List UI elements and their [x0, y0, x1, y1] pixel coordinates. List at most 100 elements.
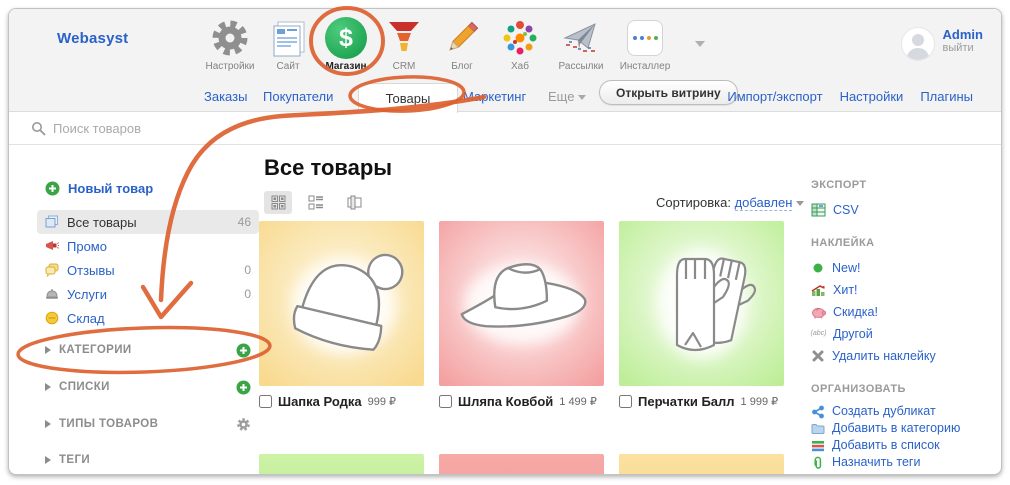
product-card-partial[interactable]	[439, 454, 604, 474]
product-checkbox[interactable]	[439, 395, 452, 408]
coin-icon	[45, 311, 59, 325]
hub-dots-icon	[500, 15, 540, 61]
service-bell-icon	[46, 289, 58, 299]
product-image-cowboy-hat[interactable]	[439, 221, 604, 386]
tab-products[interactable]: Товары	[358, 83, 458, 113]
sidebar-list: Все товары 46 Промо Отзывы 0 Услуги 0 Ск…	[37, 210, 259, 330]
apps-more-chevron-icon[interactable]	[695, 41, 705, 47]
gear-icon	[210, 15, 250, 61]
view-thumbs-button[interactable]	[264, 191, 292, 214]
product-image-gloves[interactable]	[619, 221, 784, 386]
tab-import-export[interactable]: Импорт/экспорт	[727, 89, 822, 104]
app-hub[interactable]: Хаб	[491, 15, 549, 72]
badge-other-link[interactable]: (abc) Другой	[811, 323, 993, 345]
avatar[interactable]	[900, 27, 935, 61]
folder-icon	[811, 423, 825, 434]
count-badge: 46	[237, 215, 251, 229]
plus-circle-icon	[45, 181, 60, 196]
product-card[interactable]: Шляпа Ковбой 1 499 ₽	[439, 221, 604, 409]
shop-dollar-icon: $	[325, 15, 367, 61]
export-csv-link[interactable]: CSV	[811, 199, 993, 221]
triangle-right-icon	[45, 420, 51, 428]
app-site[interactable]: Сайт	[259, 15, 317, 72]
product-grid-row2	[259, 454, 784, 474]
add-category-button[interactable]	[236, 343, 251, 358]
badge-discount-link[interactable]: Скидка!	[811, 301, 993, 323]
sort-value-dropdown[interactable]: добавлен	[734, 195, 793, 211]
sidebar-item-stock[interactable]: Склад	[37, 306, 259, 330]
view-list-button[interactable]	[302, 191, 330, 214]
assign-tags-link[interactable]: Назначить теги	[811, 454, 993, 471]
tab-orders[interactable]: Заказы	[204, 89, 247, 104]
product-checkbox[interactable]	[619, 395, 632, 408]
product-checkbox[interactable]	[259, 395, 272, 408]
product-image-beanie[interactable]	[259, 221, 424, 386]
app-installer[interactable]: Инсталлер	[613, 15, 677, 72]
chat-bubbles-icon	[45, 263, 59, 277]
user-name[interactable]: Admin	[943, 27, 983, 42]
tab-marketing[interactable]: Маркетинг	[463, 89, 526, 104]
triangle-right-icon	[45, 383, 51, 391]
webasyst-logo[interactable]: Webasyst	[57, 30, 128, 47]
product-name[interactable]: Шляпа Ковбой	[458, 394, 553, 409]
chevron-down-icon	[578, 95, 587, 101]
badge-remove-link[interactable]: Удалить наклейку	[811, 345, 993, 367]
sidebar-section-product-types[interactable]: ТИПЫ ТОВАРОВ	[45, 415, 251, 433]
user-menu: Admin выйти	[900, 27, 983, 61]
search-input[interactable]	[53, 117, 353, 139]
pencil-icon	[442, 15, 482, 61]
types-settings-gear-button[interactable]	[236, 417, 251, 432]
add-to-category-link[interactable]: Добавить в категорию	[811, 420, 993, 437]
badge-hit-link[interactable]: Хит!	[811, 279, 993, 301]
product-grid: Шапка Родка 999 ₽ Шляпа Ковбой 1 499 ₽ П…	[259, 221, 784, 409]
product-card[interactable]: Перчатки Балл 1 999 ₽	[619, 221, 784, 409]
app-crm[interactable]: CRM	[375, 15, 433, 72]
app-settings[interactable]: Настройки	[201, 15, 259, 72]
app-shop[interactable]: $ Магазин	[317, 15, 375, 72]
open-storefront-button[interactable]: Открыть витрину	[599, 80, 738, 105]
sidebar-section-tags[interactable]: ТЕГИ	[45, 451, 251, 469]
product-name[interactable]: Шапка Родка	[278, 394, 362, 409]
sidebar-section-categories[interactable]: КАТЕГОРИИ	[45, 341, 251, 359]
tab-shop-settings[interactable]: Настройки	[840, 89, 904, 104]
logout-link[interactable]: выйти	[943, 42, 983, 54]
products-folder-icon	[45, 215, 58, 228]
panel-title-organize: ОРГАНИЗОВАТЬ	[811, 383, 906, 395]
product-name[interactable]: Перчатки Балл	[638, 394, 735, 409]
product-card-partial[interactable]	[259, 454, 424, 474]
chevron-down-icon	[796, 201, 805, 207]
tab-more[interactable]: Еще	[548, 89, 587, 104]
tab-plugins[interactable]: Плагины	[920, 89, 973, 104]
product-card-partial[interactable]	[619, 454, 784, 474]
custom-text-icon: (abc)	[810, 330, 827, 337]
tab-customers[interactable]: Покупатели	[263, 89, 333, 104]
badge-new-link[interactable]: New!	[811, 257, 993, 279]
paper-plane-icon	[561, 15, 601, 61]
panel-title-export: ЭКСПОРТ	[811, 179, 867, 191]
add-list-button[interactable]	[236, 380, 251, 395]
list-bars-icon	[812, 440, 824, 451]
app-blog[interactable]: Блог	[433, 15, 491, 72]
sidebar-section-lists[interactable]: СПИСКИ	[45, 378, 251, 396]
paperclip-icon	[814, 456, 822, 469]
installer-dots-icon	[627, 15, 663, 61]
app-mailer[interactable]: Рассылки	[549, 15, 613, 72]
view-toggles	[264, 191, 368, 214]
tabs-right-group: Импорт/экспорт Настройки Плагины	[727, 89, 973, 104]
right-action-panel: ЭКСПОРТ CSV НАКЛЕЙКА New! Хит! Скидка! (…	[811, 179, 993, 471]
sidebar-item-reviews[interactable]: Отзывы 0	[37, 258, 259, 282]
sidebar-item-promo[interactable]: Промо	[37, 234, 259, 258]
new-product-button[interactable]: Новый товар	[45, 181, 153, 196]
sidebar-item-all-products[interactable]: Все товары 46	[37, 210, 259, 234]
csv-table-icon	[811, 203, 826, 217]
app-switcher: Настройки Сайт $ Магазин CRM Блог Хаб Ра…	[201, 15, 677, 72]
sidebar-item-services[interactable]: Услуги 0	[37, 282, 259, 306]
view-table-button[interactable]	[340, 191, 368, 214]
share-fork-icon	[812, 405, 824, 418]
duplicate-link[interactable]: Создать дубликат	[811, 403, 993, 420]
add-to-list-link[interactable]: Добавить в список	[811, 437, 993, 454]
triangle-right-icon	[45, 456, 51, 464]
megaphone-icon	[46, 241, 59, 250]
search-bar	[9, 112, 1001, 145]
product-card[interactable]: Шапка Родка 999 ₽	[259, 221, 424, 409]
